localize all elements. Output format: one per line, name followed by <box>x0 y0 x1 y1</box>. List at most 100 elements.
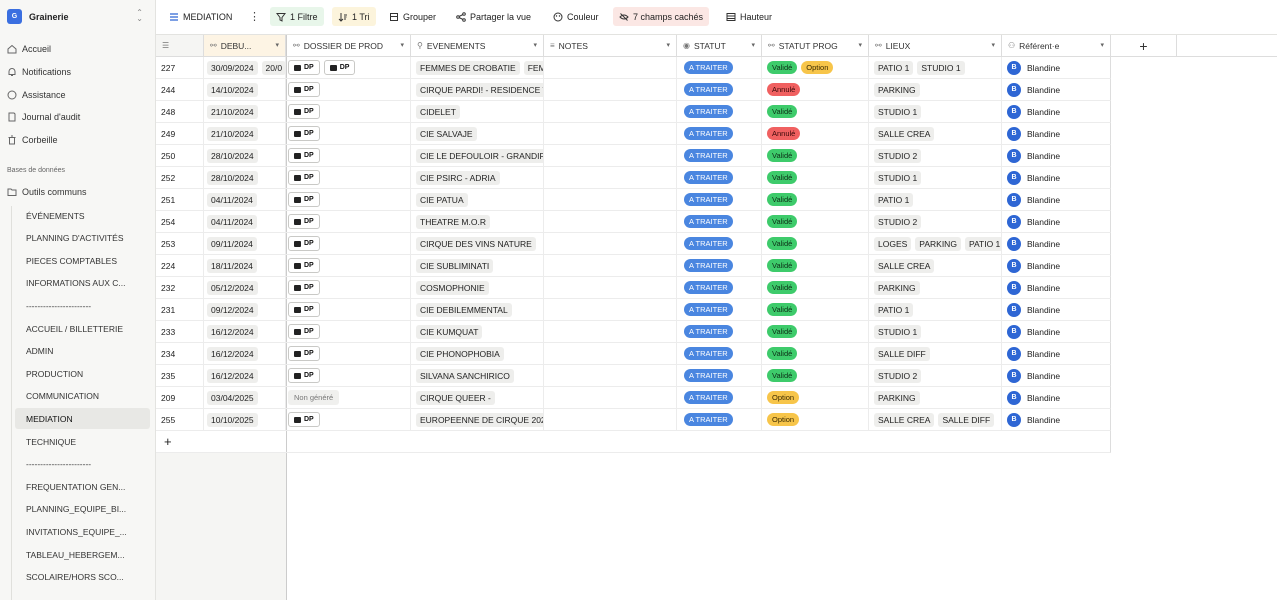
evenement-cell[interactable]: CIDELET <box>411 101 544 123</box>
statut-cell[interactable]: A TRAITER <box>677 79 762 101</box>
row-id-cell[interactable]: 232 <box>156 277 204 299</box>
referent-cell[interactable]: B Blandine <box>1002 79 1111 101</box>
debut-cell[interactable]: 05/12/2024 <box>204 277 286 299</box>
dossier-cell[interactable]: DP <box>286 409 411 431</box>
lieux-cell[interactable]: PARKING <box>869 387 1002 409</box>
view-menu-button[interactable]: ⋮ <box>243 7 266 26</box>
notes-cell[interactable] <box>544 277 677 299</box>
sidebar-table-item[interactable]: PLANNING D'ACTIVITÉS <box>15 228 150 249</box>
row-id-cell[interactable]: 235 <box>156 365 204 387</box>
debut-cell[interactable]: 09/11/2024 <box>204 233 286 255</box>
dp-document-button[interactable]: DP <box>288 236 320 251</box>
evenement-cell[interactable]: CIRQUE PARDI! - RESIDENCE T <box>411 79 544 101</box>
dossier-cell[interactable]: DP <box>286 255 411 277</box>
lieux-cell[interactable]: SALLE CREA <box>869 255 1002 277</box>
dossier-cell[interactable]: DP <box>286 365 411 387</box>
lieux-cell[interactable]: PATIO 1 <box>869 189 1002 211</box>
lieux-cell[interactable]: PARKING <box>869 277 1002 299</box>
referent-cell[interactable]: B Blandine <box>1002 145 1111 167</box>
dossier-cell[interactable]: Non généré <box>286 387 411 409</box>
referent-cell[interactable]: B Blandine <box>1002 233 1111 255</box>
dossier-cell[interactable]: DP <box>286 189 411 211</box>
group-button[interactable]: Grouper <box>383 7 442 26</box>
dp-document-button[interactable]: DP <box>288 60 320 75</box>
column-header-evenements[interactable]: ⚲ EVENEMENTS ▾ <box>411 35 544 57</box>
lieux-cell[interactable]: SALLE DIFF <box>869 343 1002 365</box>
evenement-cell[interactable]: CIE PHONOPHOBIA <box>411 343 544 365</box>
share-view-button[interactable]: Partager la vue <box>450 7 537 26</box>
notes-cell[interactable] <box>544 189 677 211</box>
sidebar-table-item[interactable]: SCOLAIRE/HORS SCO... <box>15 567 150 588</box>
debut-cell[interactable]: 14/10/2024 <box>204 79 286 101</box>
column-header-debut[interactable]: ⚯ DEBU... ▾ <box>204 35 286 57</box>
dossier-cell[interactable]: DP <box>286 299 411 321</box>
statut-prog-cell[interactable]: Option <box>762 409 869 431</box>
dossier-cell[interactable]: DP <box>286 211 411 233</box>
debut-cell[interactable]: 10/10/2025 <box>204 409 286 431</box>
debut-cell[interactable]: 28/10/2024 <box>204 167 286 189</box>
dp-document-button[interactable]: DP <box>288 104 320 119</box>
row-id-cell[interactable]: 248 <box>156 101 204 123</box>
column-header-statut-prog[interactable]: ⚯ STATUT PROG ▾ <box>762 35 869 57</box>
referent-cell[interactable]: B Blandine <box>1002 365 1111 387</box>
referent-cell[interactable]: B Blandine <box>1002 123 1111 145</box>
row-id-cell[interactable]: 234 <box>156 343 204 365</box>
row-id-cell[interactable]: 255 <box>156 409 204 431</box>
referent-cell[interactable]: B Blandine <box>1002 299 1111 321</box>
notes-cell[interactable] <box>544 387 677 409</box>
debut-cell[interactable]: 28/10/2024 <box>204 145 286 167</box>
statut-cell[interactable]: A TRAITER <box>677 387 762 409</box>
sidebar-table-item[interactable]: INVITATIONS_EQUIPE_... <box>15 521 150 542</box>
dossier-cell[interactable]: DP <box>286 123 411 145</box>
dp-document-button[interactable]: DP <box>288 324 320 339</box>
statut-cell[interactable]: A TRAITER <box>677 211 762 233</box>
notes-cell[interactable] <box>544 365 677 387</box>
view-selector[interactable]: MEDIATION <box>163 7 238 26</box>
statut-cell[interactable]: A TRAITER <box>677 321 762 343</box>
sidebar-table-item[interactable]: MEDIATION <box>15 408 150 430</box>
dossier-cell[interactable]: DP <box>286 233 411 255</box>
referent-cell[interactable]: B Blandine <box>1002 277 1111 299</box>
statut-cell[interactable]: A TRAITER <box>677 255 762 277</box>
dossier-cell[interactable]: DP <box>286 101 411 123</box>
dossier-cell[interactable]: DP <box>286 79 411 101</box>
statut-prog-cell[interactable]: Validé <box>762 299 869 321</box>
dp-document-button[interactable]: DP <box>288 368 320 383</box>
evenement-cell[interactable]: CIE PATUA <box>411 189 544 211</box>
row-id-cell[interactable]: 233 <box>156 321 204 343</box>
lieux-cell[interactable]: STUDIO 2 <box>869 365 1002 387</box>
debut-cell[interactable]: 30/09/2024 20/0 <box>204 57 286 79</box>
lieux-cell[interactable]: SALLE CREA SALLE DIFF <box>869 409 1002 431</box>
statut-prog-cell[interactable]: Validé <box>762 255 869 277</box>
statut-cell[interactable]: A TRAITER <box>677 57 762 79</box>
statut-cell[interactable]: A TRAITER <box>677 299 762 321</box>
dp-document-button[interactable]: DP <box>288 346 320 361</box>
dossier-cell[interactable]: DP <box>286 321 411 343</box>
notes-cell[interactable] <box>544 167 677 189</box>
sidebar-table-item[interactable]: FREQUENTATION GEN... <box>15 476 150 497</box>
evenement-cell[interactable]: CIE PSIRC - ADRIA <box>411 167 544 189</box>
dossier-cell[interactable]: DP <box>286 145 411 167</box>
statut-cell[interactable]: A TRAITER <box>677 145 762 167</box>
statut-prog-cell[interactable]: Validé <box>762 189 869 211</box>
lieux-cell[interactable]: PARKING <box>869 79 1002 101</box>
row-id-cell[interactable]: 252 <box>156 167 204 189</box>
dossier-cell[interactable]: DP <box>286 277 411 299</box>
column-header-notes[interactable]: ≡ NOTES ▾ <box>544 35 677 57</box>
evenement-cell[interactable]: CIE SALVAJE <box>411 123 544 145</box>
debut-cell[interactable]: 18/11/2024 <box>204 255 286 277</box>
dp-document-button[interactable]: DP <box>288 412 320 427</box>
notes-cell[interactable] <box>544 211 677 233</box>
row-id-cell[interactable]: 244 <box>156 79 204 101</box>
debut-cell[interactable]: 09/12/2024 <box>204 299 286 321</box>
statut-cell[interactable]: A TRAITER <box>677 189 762 211</box>
add-row-button[interactable]: + <box>156 431 1111 453</box>
referent-cell[interactable]: B Blandine <box>1002 387 1111 409</box>
notes-cell[interactable] <box>544 123 677 145</box>
row-id-cell[interactable]: 251 <box>156 189 204 211</box>
statut-prog-cell[interactable]: Annulé <box>762 123 869 145</box>
dp-document-button[interactable]: DP <box>288 126 320 141</box>
referent-cell[interactable]: B Blandine <box>1002 255 1111 277</box>
column-header-referent[interactable]: ⚇ Référent·e ▾ <box>1002 35 1111 57</box>
statut-prog-cell[interactable]: Validé <box>762 211 869 233</box>
